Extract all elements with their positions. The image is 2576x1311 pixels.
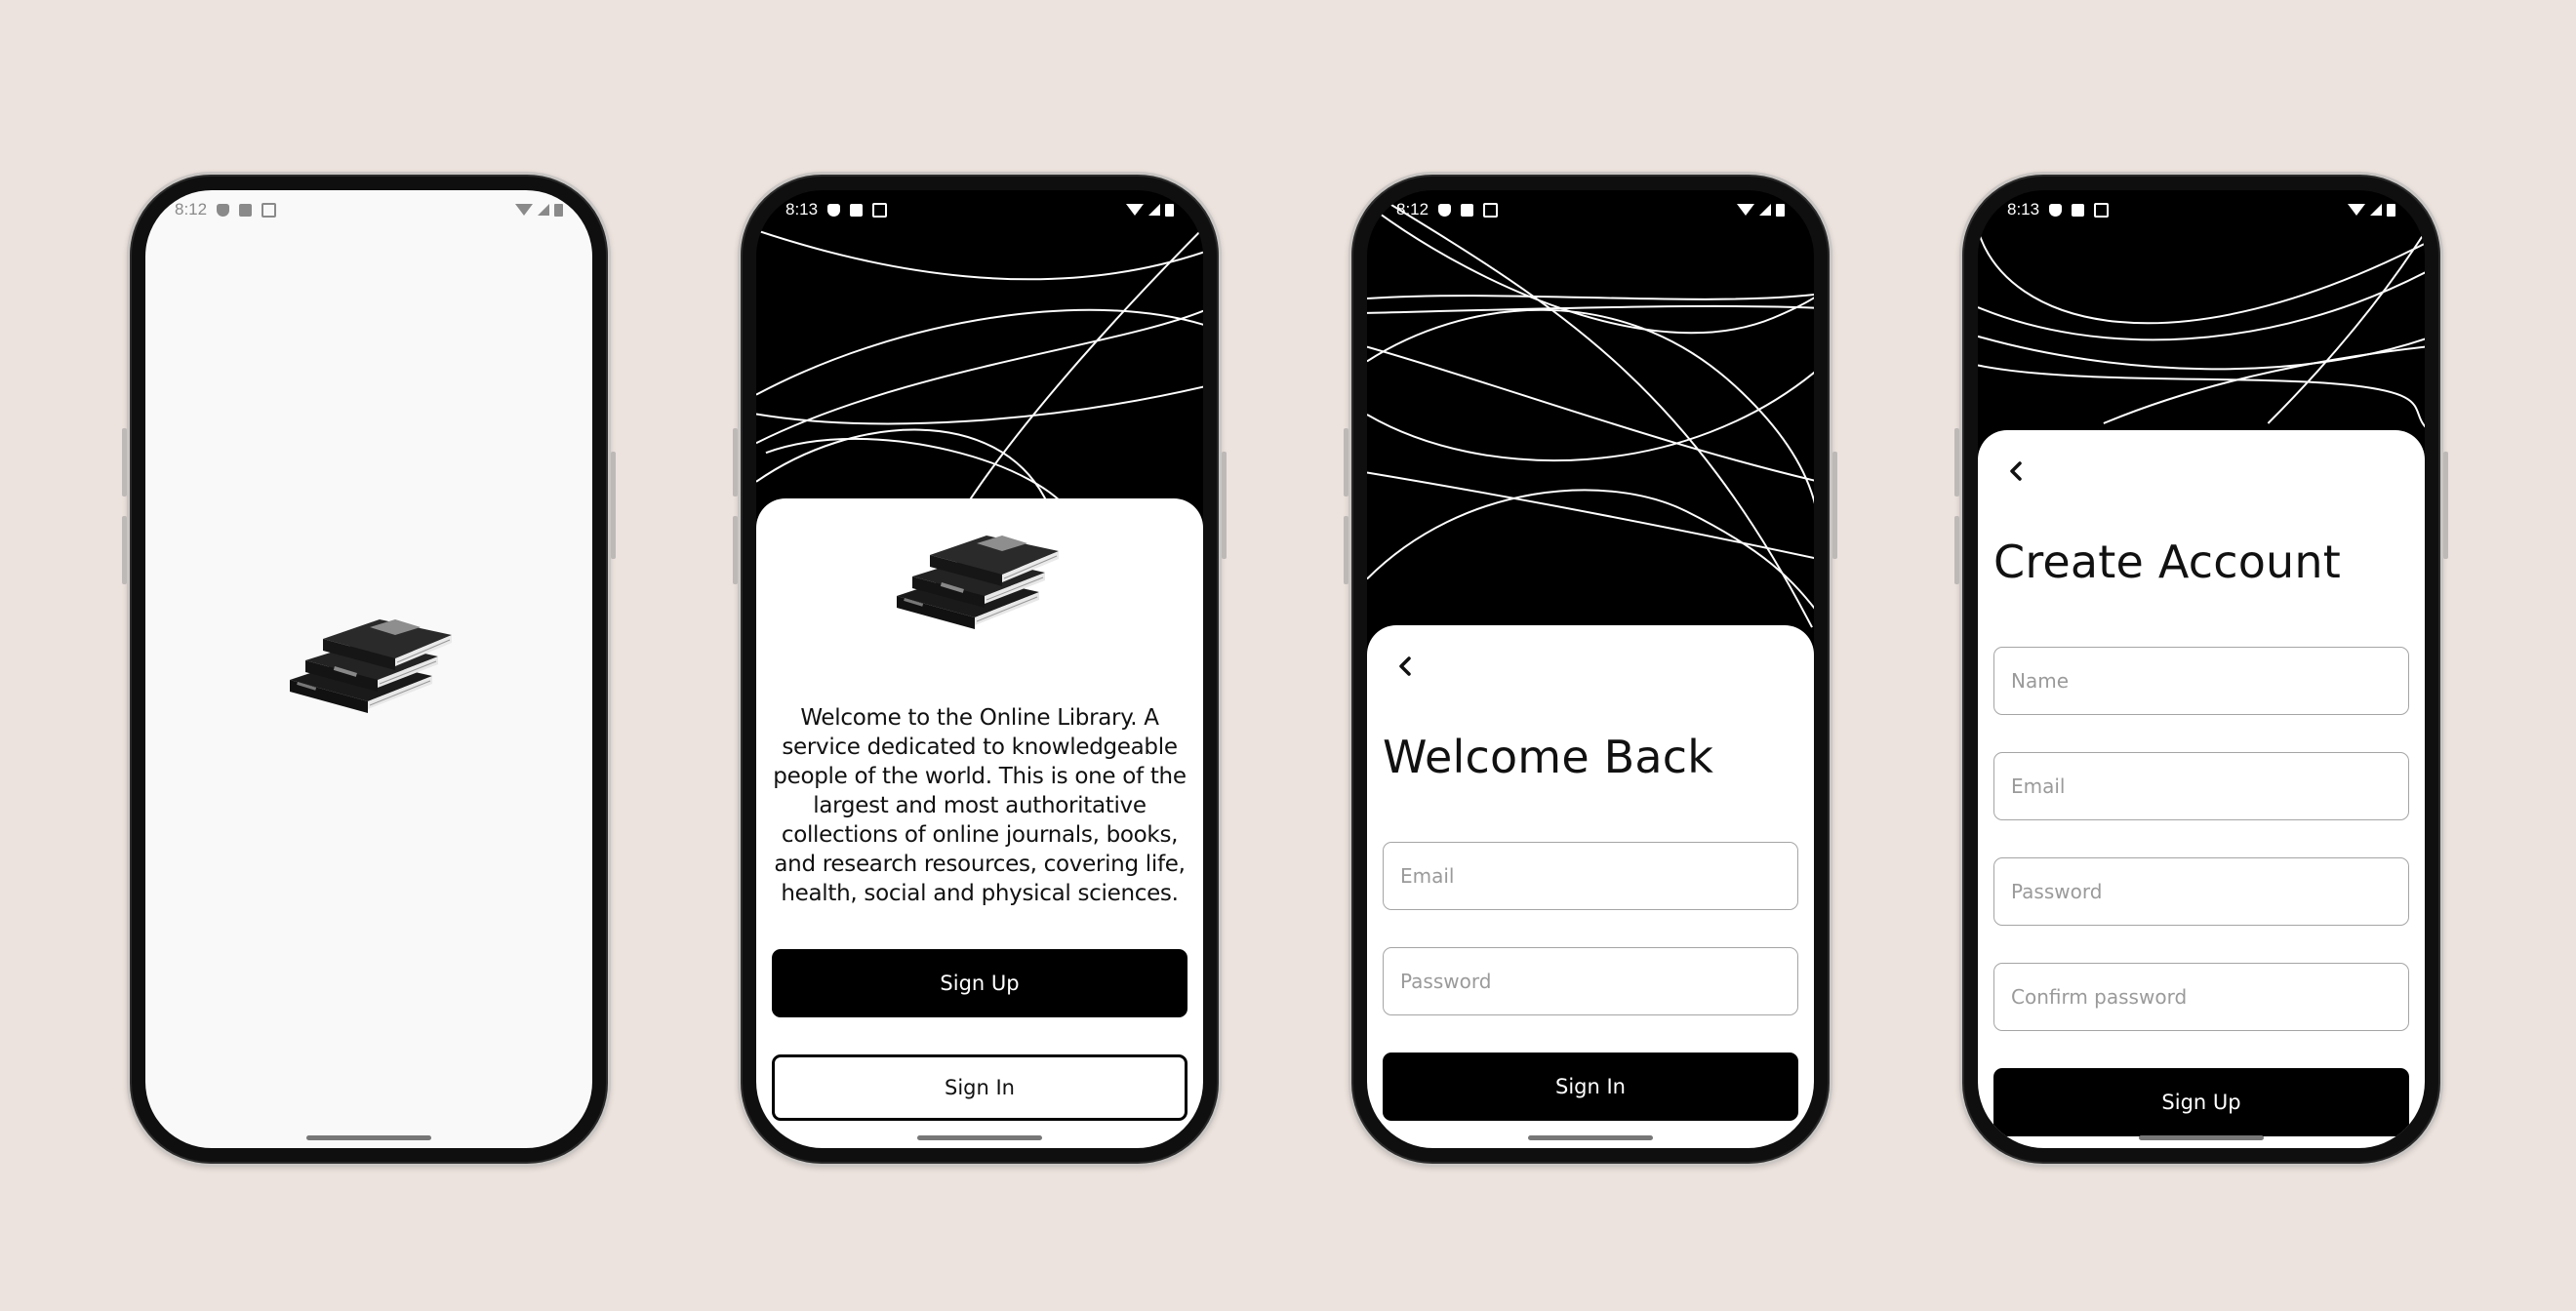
wifi-icon: [515, 204, 533, 216]
sim-card-icon: [239, 203, 253, 217]
confirm-password-field[interactable]: [1993, 963, 2409, 1031]
volume-down-button: [1344, 516, 1348, 584]
battery-icon: [1776, 203, 1785, 217]
wifi-icon: [1737, 204, 1754, 216]
volume-up-button: [122, 428, 127, 497]
sign-in-button[interactable]: Sign In: [1383, 1053, 1798, 1121]
sign-up-button[interactable]: Sign Up: [1993, 1068, 2409, 1136]
page-title: Welcome Back: [1383, 731, 1714, 783]
status-time: 8:13: [2007, 200, 2040, 218]
sim-card-icon: [850, 203, 864, 217]
shield-icon: [2049, 203, 2063, 217]
sign-in-sheet: Welcome Back Sign In: [1367, 625, 1814, 1148]
password-field[interactable]: [1383, 947, 1798, 1015]
volume-up-button: [1344, 428, 1348, 497]
decorative-lines: [1367, 201, 1814, 628]
onboarding-screen: 8:13 Welcome to the Online Library. A se…: [756, 190, 1203, 1148]
shield-icon: [1438, 203, 1452, 217]
phone-sign-in: 8:12 Welcome Back Email Password Sign In: [1344, 172, 1837, 1167]
sign-in-button[interactable]: Sign In: [772, 1054, 1187, 1121]
page-title: Create Account: [1993, 536, 2341, 588]
shield-icon: [217, 203, 230, 217]
books-stack-icon: [286, 612, 462, 719]
welcome-description: Welcome to the Online Library. A service…: [773, 705, 1187, 906]
battery-icon: [1165, 203, 1174, 217]
power-button: [1832, 452, 1837, 559]
create-account-sheet: Create Account Sign Up: [1978, 430, 2425, 1148]
sim-card-icon: [2072, 203, 2085, 217]
password-field[interactable]: [1993, 857, 2409, 926]
welcome-sheet: Welcome to the Online Library. A service…: [756, 498, 1203, 1148]
power-button: [2443, 452, 2448, 559]
home-indicator[interactable]: [1528, 1135, 1653, 1140]
back-chevron-icon[interactable]: [1394, 655, 1418, 678]
status-bar: 8:12: [1367, 190, 1814, 229]
volume-down-button: [1954, 516, 1959, 584]
wifi-icon: [1126, 204, 1144, 216]
status-bar: 8:13: [756, 190, 1203, 229]
signal-icon: [538, 204, 549, 216]
keyboard-a-icon: [872, 202, 888, 218]
back-chevron-icon[interactable]: [2005, 459, 2029, 483]
signal-icon: [2370, 204, 2382, 216]
phone-onboarding: 8:13 Welcome to the Online Library. A se…: [733, 172, 1227, 1167]
home-indicator[interactable]: [2139, 1135, 2264, 1140]
volume-down-button: [733, 516, 738, 584]
home-indicator[interactable]: [306, 1135, 431, 1140]
email-field[interactable]: [1993, 752, 2409, 820]
splash-screen: 8:12: [145, 190, 592, 1148]
email-field[interactable]: [1383, 842, 1798, 910]
power-button: [1222, 452, 1227, 559]
sign-up-button[interactable]: Sign Up: [772, 949, 1187, 1017]
phone-splash: 8:12: [122, 172, 616, 1167]
status-time: 8:12: [175, 200, 208, 218]
signal-icon: [1148, 204, 1160, 216]
name-field[interactable]: [1993, 647, 2409, 715]
sign-in-screen: 8:12 Welcome Back Email Password Sign In: [1367, 190, 1814, 1148]
shield-icon: [827, 203, 841, 217]
signal-icon: [1759, 204, 1771, 216]
battery-icon: [2387, 203, 2395, 217]
status-bar: 8:12: [145, 190, 592, 229]
keyboard-a-icon: [262, 202, 277, 218]
volume-down-button: [122, 516, 127, 584]
keyboard-a-icon: [1483, 202, 1499, 218]
phone-create-account: 8:13 Create Account Name Email Password …: [1954, 172, 2448, 1167]
status-time: 8:12: [1396, 200, 1429, 218]
create-account-screen: 8:13 Create Account Name Email Password …: [1978, 190, 2425, 1148]
decorative-lines: [756, 226, 1203, 521]
status-time: 8:13: [785, 200, 819, 218]
status-bar: 8:13: [1978, 190, 2425, 229]
power-button: [611, 452, 616, 559]
wifi-icon: [2348, 204, 2365, 216]
home-indicator[interactable]: [917, 1135, 1042, 1140]
keyboard-a-icon: [2094, 202, 2110, 218]
battery-icon: [554, 203, 563, 217]
books-stack-icon: [893, 528, 1068, 635]
volume-up-button: [1954, 428, 1959, 497]
sim-card-icon: [1461, 203, 1474, 217]
volume-up-button: [733, 428, 738, 497]
